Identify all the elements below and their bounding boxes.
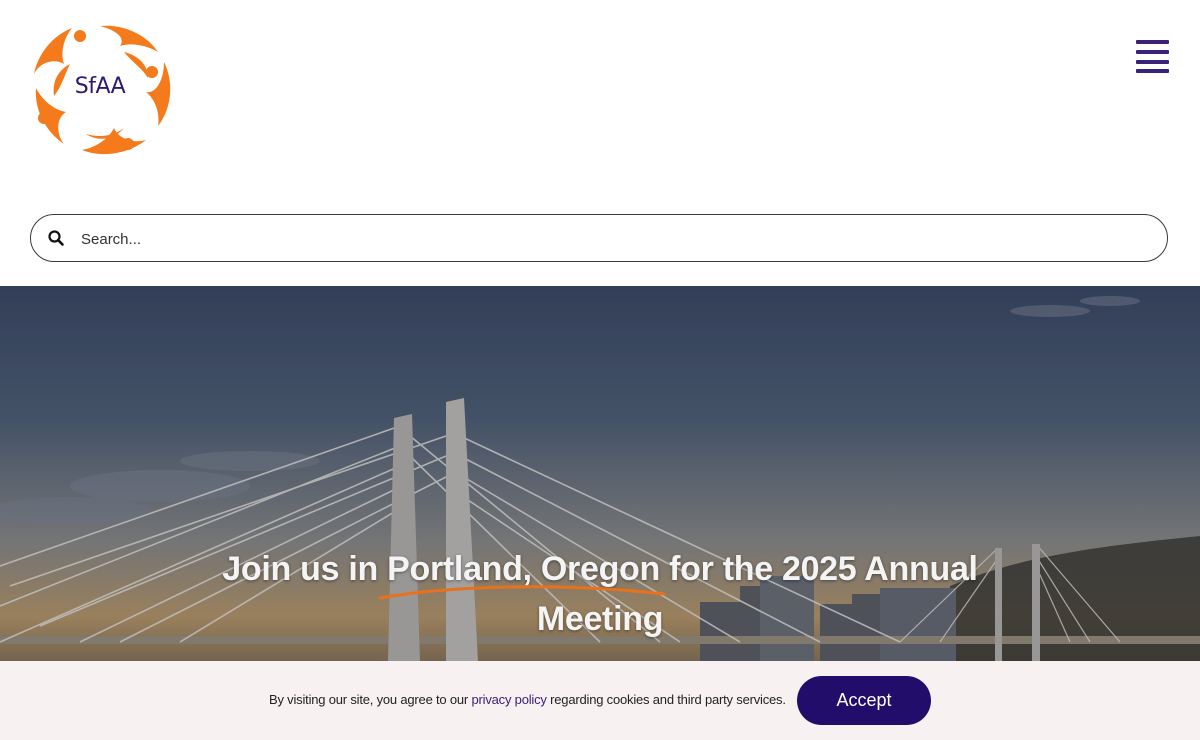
site-header: SfAA xyxy=(0,0,1200,286)
accept-cookies-button[interactable]: Accept xyxy=(797,676,931,725)
search-box[interactable] xyxy=(30,214,1168,262)
title-underline-accent xyxy=(378,585,666,600)
menu-bar xyxy=(1136,69,1169,73)
menu-bar xyxy=(1136,40,1169,44)
menu-bar xyxy=(1136,50,1169,54)
hamburger-menu-icon[interactable] xyxy=(1136,40,1170,74)
cookie-text-after: regarding cookies and third party servic… xyxy=(546,692,786,707)
cookie-message: By visiting our site, you agree to our p… xyxy=(269,692,786,707)
cookie-consent-bar: By visiting our site, you agree to our p… xyxy=(0,661,1200,740)
sfaa-logo[interactable]: SfAA xyxy=(28,22,172,156)
cookie-text-before: By visiting our site, you agree to our xyxy=(269,692,472,707)
privacy-policy-link[interactable]: privacy policy xyxy=(471,692,546,707)
logo-text: SfAA xyxy=(74,74,126,99)
menu-bar xyxy=(1136,60,1169,64)
search-icon[interactable] xyxy=(47,229,65,247)
hero-banner: Join us in Portland, Oregon for the 2025… xyxy=(0,286,1200,662)
search-input[interactable] xyxy=(79,221,1143,257)
